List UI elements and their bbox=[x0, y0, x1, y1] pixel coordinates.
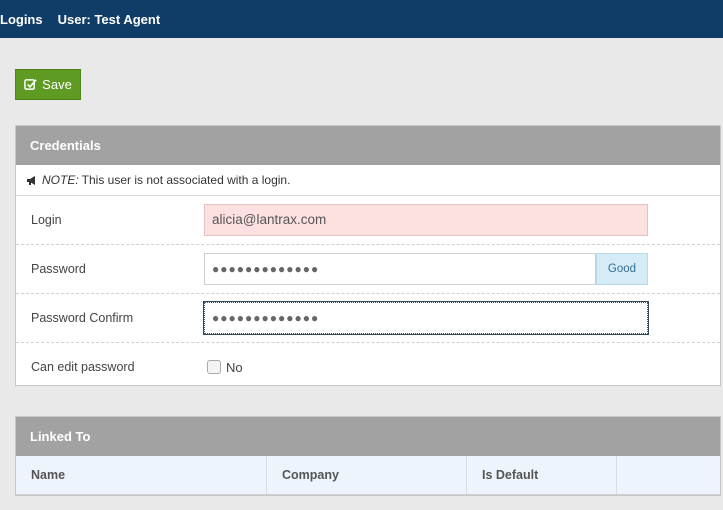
check-square-icon bbox=[24, 79, 37, 90]
password-label: Password bbox=[31, 262, 86, 276]
can-edit-password-row: Can edit password No bbox=[16, 343, 720, 391]
top-bar: Logins User: Test Agent bbox=[0, 0, 723, 38]
breadcrumb-user: User: Test Agent bbox=[57, 11, 161, 27]
password-dots: ●●●●●●●●●●●●● bbox=[212, 262, 320, 276]
can-edit-password-toggle[interactable]: No bbox=[207, 343, 243, 391]
password-strength-indicator: Good bbox=[596, 253, 648, 285]
can-edit-password-label: Can edit password bbox=[31, 360, 135, 374]
note-prefix: NOTE: bbox=[42, 173, 79, 187]
login-label: Login bbox=[31, 213, 62, 227]
column-header-name[interactable]: Name bbox=[16, 456, 267, 494]
confirm-dots: ●●●●●●●●●●●●● bbox=[212, 311, 320, 325]
password-confirm-row: Password Confirm ●●●●●●●●●●●●● bbox=[16, 294, 720, 343]
credentials-title: Credentials bbox=[16, 126, 720, 165]
linked-table-header: Name Company Is Default bbox=[16, 456, 720, 495]
save-button-label: Save bbox=[42, 77, 72, 92]
can-edit-password-checkbox[interactable] bbox=[207, 360, 221, 374]
linked-to-title: Linked To bbox=[16, 417, 720, 456]
password-confirm-input[interactable]: ●●●●●●●●●●●●● bbox=[204, 302, 648, 334]
credentials-panel: Credentials NOTE: This user is not assoc… bbox=[15, 125, 721, 386]
password-input[interactable]: ●●●●●●●●●●●●● bbox=[204, 253, 596, 285]
can-edit-password-value: No bbox=[226, 359, 243, 375]
login-input[interactable]: alicia@lantrax.com bbox=[204, 204, 648, 236]
login-row: Login alicia@lantrax.com bbox=[16, 196, 720, 245]
save-button[interactable]: Save bbox=[15, 69, 81, 100]
linked-to-panel: Linked To Name Company Is Default bbox=[15, 416, 721, 496]
note-text: This user is not associated with a login… bbox=[81, 173, 291, 187]
password-confirm-label: Password Confirm bbox=[31, 311, 134, 325]
breadcrumb-logins[interactable]: Logins bbox=[0, 12, 43, 27]
login-note: NOTE: This user is not associated with a… bbox=[16, 165, 720, 196]
column-header-company[interactable]: Company bbox=[267, 456, 467, 494]
megaphone-icon bbox=[27, 175, 35, 185]
password-row: Password ●●●●●●●●●●●●● Good bbox=[16, 245, 720, 294]
column-header-is-default[interactable]: Is Default bbox=[467, 456, 617, 494]
column-header-actions bbox=[617, 456, 720, 494]
